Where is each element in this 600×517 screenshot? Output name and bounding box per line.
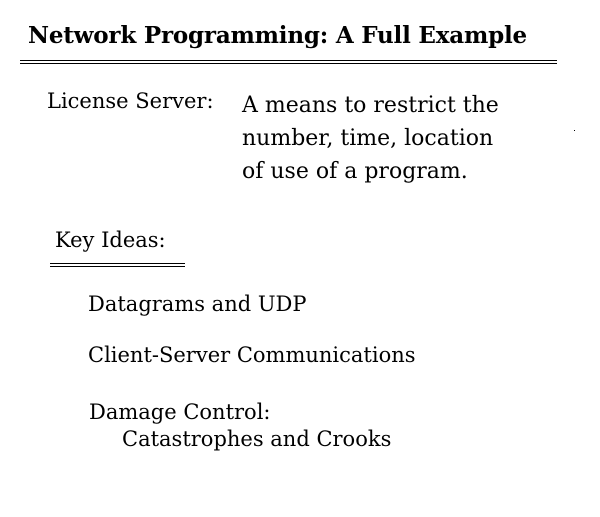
key-ideas-heading: Key Ideas:	[55, 228, 166, 252]
key-idea-item: Client-Server Communications	[88, 343, 416, 367]
speck-mark	[574, 130, 575, 131]
definition-line: of use of a program.	[242, 159, 468, 184]
slide-title: Network Programming: A Full Example	[28, 22, 527, 49]
key-idea-item: Datagrams and UDP	[88, 292, 307, 316]
key-ideas-double-rule	[50, 263, 185, 267]
definition-line: A means to restrict the	[242, 93, 499, 118]
title-double-rule	[20, 60, 557, 64]
key-idea-item: Damage Control:	[89, 400, 271, 424]
definition-line: number, time, location	[242, 126, 494, 151]
license-server-label: License Server:	[47, 89, 214, 113]
license-server-definition: A means to restrict the number, time, lo…	[242, 89, 499, 188]
key-idea-subitem: Catastrophes and Crooks	[122, 427, 392, 451]
